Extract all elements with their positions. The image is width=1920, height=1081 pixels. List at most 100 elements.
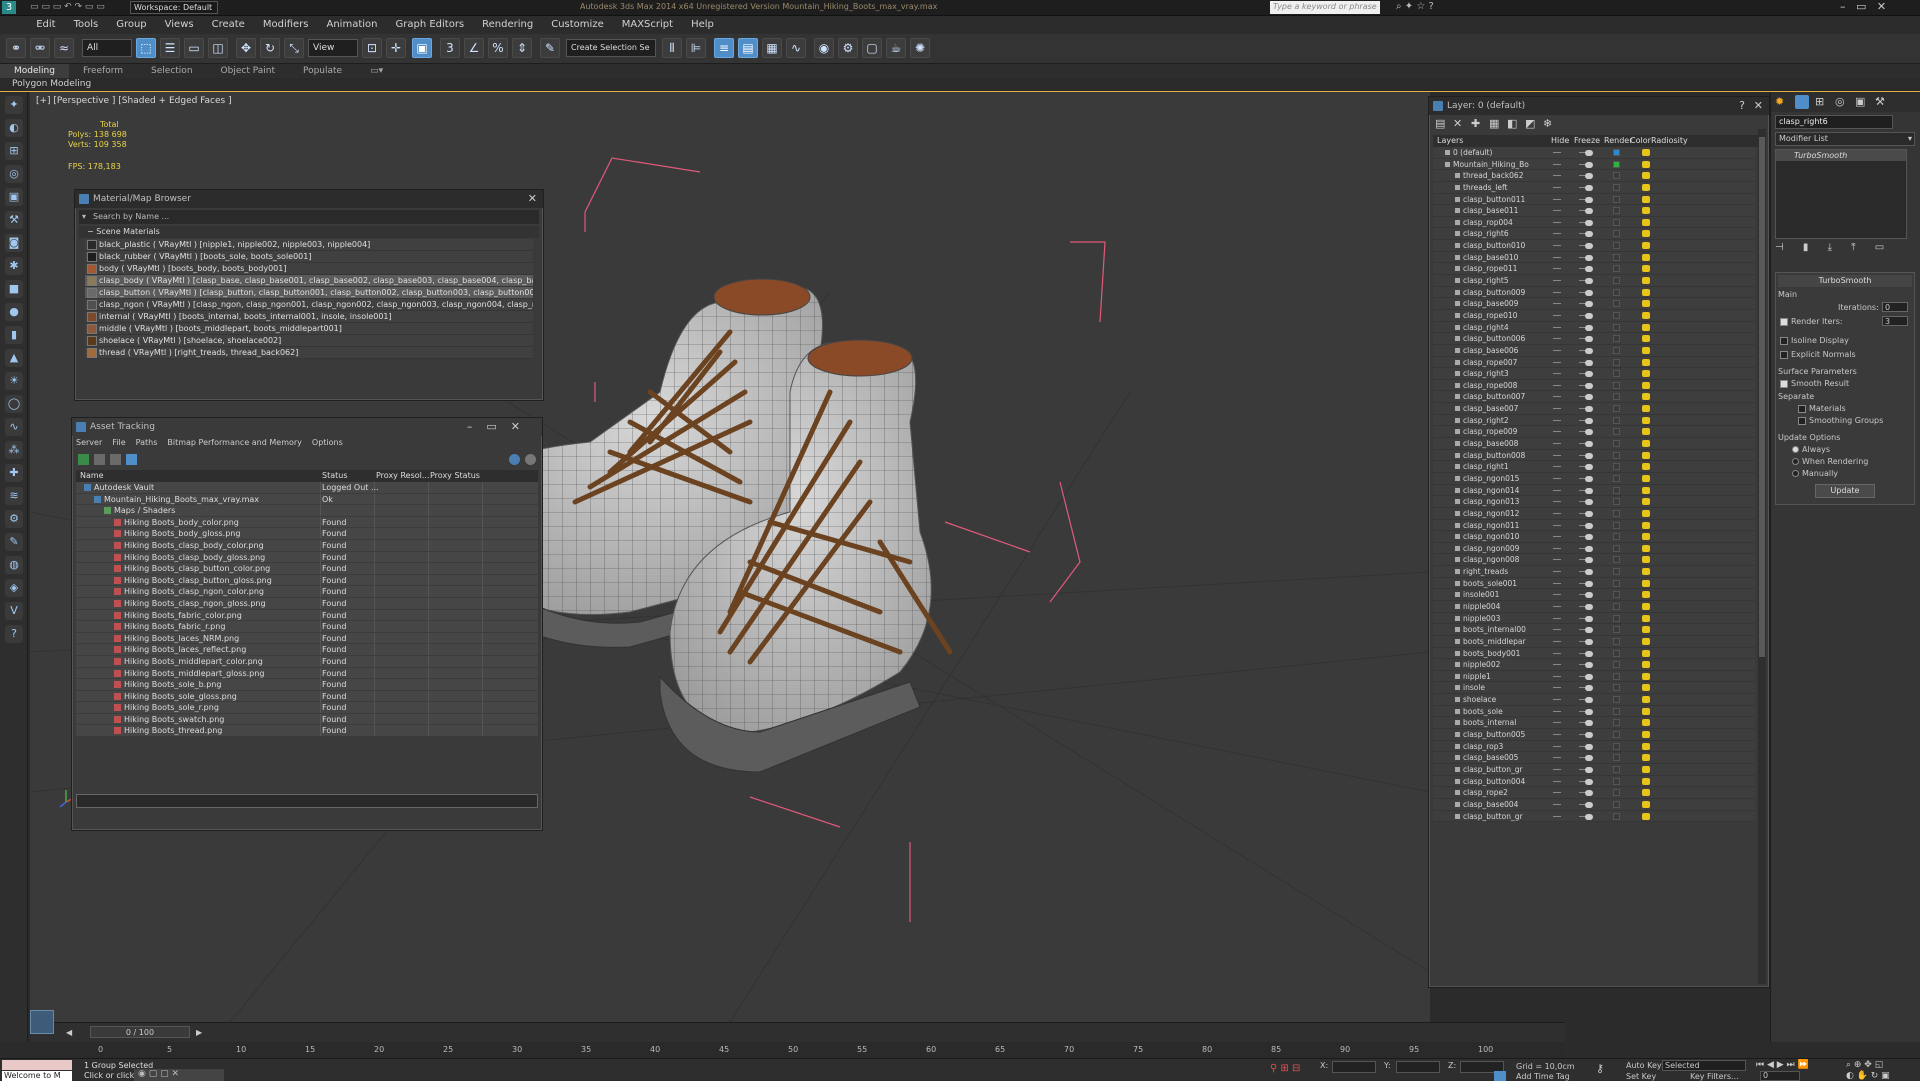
asset-row[interactable]: Hiking Boots_body_gloss.png Found <box>76 528 538 540</box>
radiosity-icon[interactable] <box>1642 684 1650 692</box>
object-name-field[interactable]: clasp_right6 <box>1775 115 1893 129</box>
radiosity-icon[interactable] <box>1642 288 1650 296</box>
radiosity-icon[interactable] <box>1642 800 1650 808</box>
update-button[interactable]: Update <box>1815 484 1875 498</box>
hide-toggle-icon[interactable] <box>1553 384 1561 386</box>
render-teapot-icon[interactable] <box>1585 475 1593 482</box>
light-icon[interactable]: ✱ <box>5 257 23 275</box>
layer-row[interactable]: nipple004 <box>1433 600 1755 613</box>
menu-modifiers[interactable]: Modifiers <box>254 16 318 32</box>
time-slider-thumb[interactable]: 0 / 100 <box>90 1026 190 1038</box>
radiosity-icon[interactable] <box>1642 160 1650 168</box>
layer-scrollbar[interactable] <box>1758 129 1766 984</box>
layer-color-swatch[interactable] <box>1613 672 1620 680</box>
hide-toggle-icon[interactable] <box>1553 512 1561 514</box>
menu-create[interactable]: Create <box>203 16 254 32</box>
edit-named-selection-icon[interactable]: ✎ <box>540 38 560 58</box>
hide-toggle-icon[interactable] <box>1553 536 1561 538</box>
app-logo-icon[interactable]: 3 <box>2 1 16 14</box>
layer-row[interactable]: nipple002 <box>1433 659 1755 671</box>
lock-selection-icon[interactable]: ⚲ ⊞ ⊟ <box>1270 1063 1300 1074</box>
layer-row[interactable]: clasp_button007 <box>1433 391 1755 404</box>
paint-icon[interactable]: ✎ <box>5 533 23 551</box>
select-manipulate-icon[interactable]: ✛ <box>386 38 406 58</box>
radiosity-icon[interactable] <box>1642 579 1650 587</box>
always-radio[interactable] <box>1792 446 1799 453</box>
radiosity-icon[interactable] <box>1642 149 1650 156</box>
asset-row[interactable]: Hiking Boots_clasp_button_gloss.png Found <box>76 574 538 587</box>
tab-freeform[interactable]: Freeform <box>69 64 137 78</box>
particle-icon[interactable]: ⁂ <box>5 441 23 459</box>
radiosity-icon[interactable] <box>1642 416 1650 424</box>
layer-color-swatch[interactable] <box>1613 568 1620 576</box>
modify-tab-icon[interactable] <box>1795 95 1809 109</box>
layer-row[interactable]: clasp_button010 <box>1433 240 1755 252</box>
layer-row[interactable]: clasp_rope010 <box>1433 309 1755 322</box>
spline-icon[interactable]: ∿ <box>5 418 23 436</box>
layer-row[interactable]: clasp_button011 <box>1433 193 1755 206</box>
asset-row[interactable]: Hiking Boots_fabric_color.png Found <box>76 609 538 622</box>
render-teapot-icon[interactable] <box>1585 464 1593 471</box>
menu-options[interactable]: Options <box>312 438 343 447</box>
radiosity-icon[interactable] <box>1642 544 1650 552</box>
radiosity-icon[interactable] <box>1642 381 1650 389</box>
material-editor-icon[interactable]: ◉ <box>814 38 834 58</box>
layer-color-swatch[interactable] <box>1613 277 1620 285</box>
radiosity-icon[interactable] <box>1642 405 1650 413</box>
radiosity-icon[interactable] <box>1642 731 1650 739</box>
render-teapot-icon[interactable] <box>1585 580 1593 587</box>
hide-toggle-icon[interactable] <box>1553 419 1561 421</box>
hide-toggle-icon[interactable] <box>1553 361 1561 363</box>
material-item[interactable]: thread ( VRayMtl ) [right_treads, thread… <box>85 347 533 359</box>
asset-row[interactable]: Hiking Boots_swatch.png Found <box>76 713 538 726</box>
layer-color-swatch[interactable] <box>1613 242 1620 250</box>
layer-row[interactable]: clasp_button006 <box>1433 333 1755 345</box>
render-teapot-icon[interactable] <box>1585 801 1593 808</box>
hide-toggle-icon[interactable] <box>1553 198 1561 200</box>
layer-row[interactable]: clasp_button009 <box>1433 286 1755 299</box>
layer-color-swatch[interactable] <box>1613 393 1620 401</box>
workspace-selector[interactable]: Workspace: Default <box>130 1 218 14</box>
radiosity-icon[interactable] <box>1642 614 1650 622</box>
ribbon-options-icon[interactable]: ▭▾ <box>356 64 397 78</box>
layer-explorer-icon[interactable]: ≡ <box>714 38 734 58</box>
angle-snap-icon[interactable]: ∠ <box>464 38 484 58</box>
render-teapot-icon[interactable] <box>1585 266 1593 273</box>
hide-toggle-icon[interactable] <box>1553 175 1561 177</box>
asset-row[interactable]: Hiking Boots_laces_reflect.png Found <box>76 644 538 656</box>
layer-color-swatch[interactable] <box>1613 207 1620 215</box>
keyboard-shortcut-icon[interactable]: ▣ <box>412 38 432 58</box>
menu-bitmap-performance[interactable]: Bitmap Performance and Memory <box>167 438 302 447</box>
rect-selection-icon[interactable]: ▭ <box>184 38 204 58</box>
radiosity-icon[interactable] <box>1642 183 1650 191</box>
render-teapot-icon[interactable] <box>1585 394 1593 401</box>
material-item[interactable]: black_plastic ( VRayMtl ) [nipple1, nipp… <box>85 239 533 251</box>
tab-populate[interactable]: Populate <box>289 64 356 78</box>
hide-toggle-icon[interactable] <box>1553 268 1561 270</box>
layer-color-swatch[interactable] <box>1613 311 1620 319</box>
hide-toggle-icon[interactable] <box>1553 373 1561 375</box>
radiosity-icon[interactable] <box>1642 765 1650 773</box>
layer-color-swatch[interactable] <box>1613 707 1620 715</box>
layer-row[interactable]: Mountain_Hiking_Bo <box>1433 158 1755 171</box>
scene-materials-header[interactable]: − Scene Materials <box>79 226 539 238</box>
layer-row[interactable]: boots_middlepar <box>1433 635 1755 648</box>
radiosity-icon[interactable] <box>1642 556 1650 564</box>
key-mode-dropdown[interactable]: Selected <box>1662 1060 1746 1071</box>
col-layers[interactable]: Layers <box>1437 135 1463 147</box>
manually-radio[interactable] <box>1792 470 1799 477</box>
cylinder-icon[interactable]: ▮ <box>5 326 23 344</box>
hide-toggle-icon[interactable] <box>1553 466 1561 468</box>
hide-all-icon[interactable]: ◩ <box>1525 117 1535 130</box>
help-icon[interactable]: ? <box>5 625 23 643</box>
radiosity-icon[interactable] <box>1642 672 1650 680</box>
hide-toggle-icon[interactable] <box>1553 454 1561 456</box>
materials-checkbox[interactable] <box>1798 404 1806 413</box>
radiosity-icon[interactable] <box>1642 265 1650 273</box>
hide-toggle-icon[interactable] <box>1553 687 1561 689</box>
layer-row[interactable]: clasp_ngon008 <box>1433 554 1755 567</box>
hide-toggle-icon[interactable] <box>1553 152 1561 153</box>
layer-color-swatch[interactable] <box>1613 160 1620 168</box>
menu-paths[interactable]: Paths <box>136 438 158 447</box>
hide-toggle-icon[interactable] <box>1553 221 1561 223</box>
